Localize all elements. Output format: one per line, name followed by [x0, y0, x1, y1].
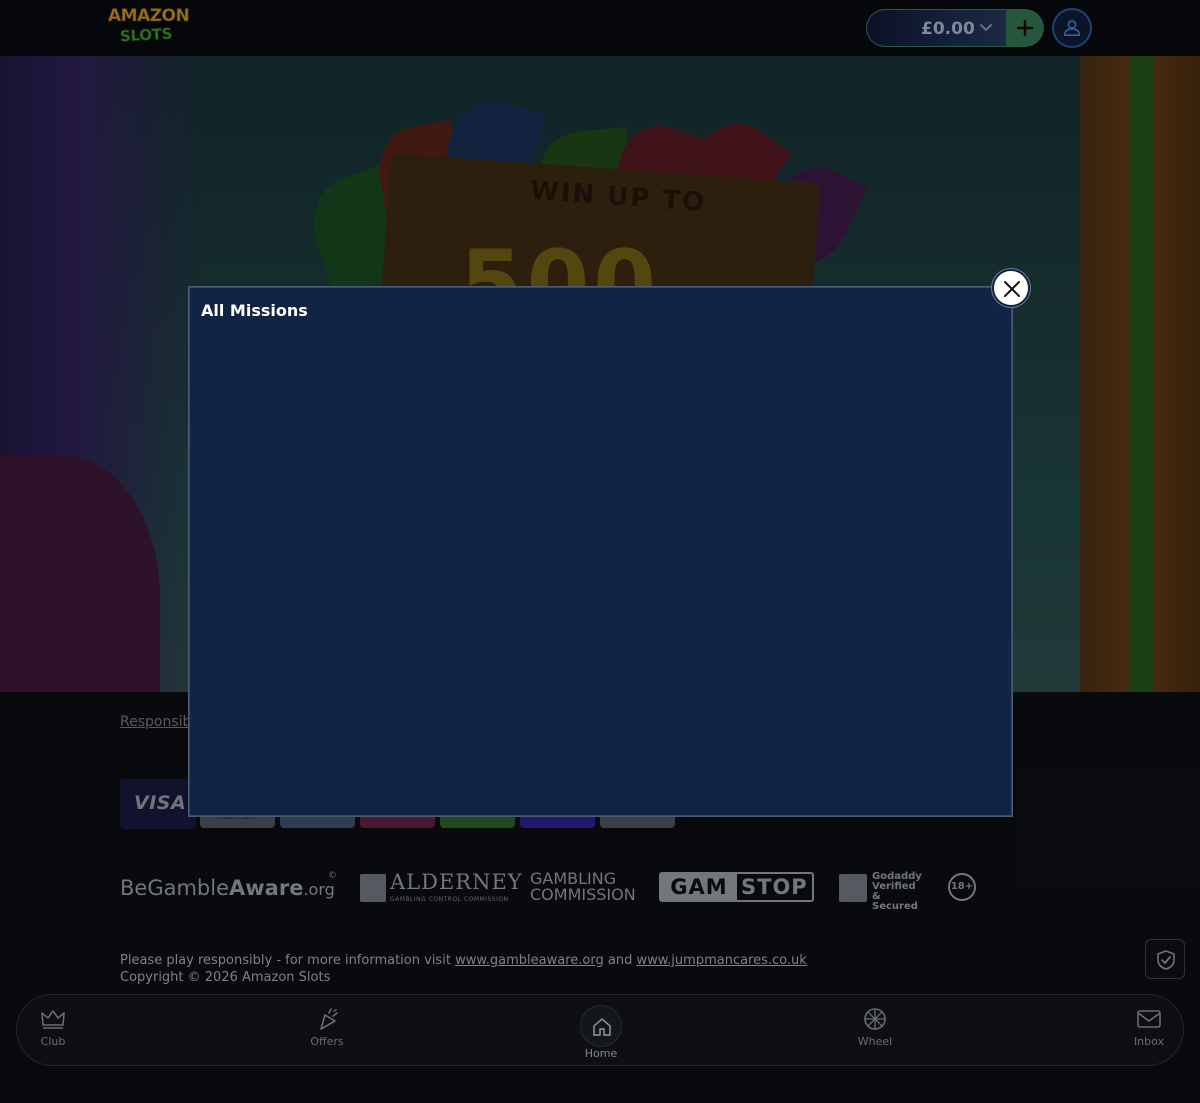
modal-title: All Missions: [201, 301, 308, 320]
missions-modal: All Missions: [189, 287, 1012, 816]
close-icon: [1004, 281, 1020, 297]
page: AMAZON SLOTS £0.00 WIN UP TO 500 Respons…: [0, 0, 1200, 1103]
modal-close-button[interactable]: [992, 269, 1030, 307]
